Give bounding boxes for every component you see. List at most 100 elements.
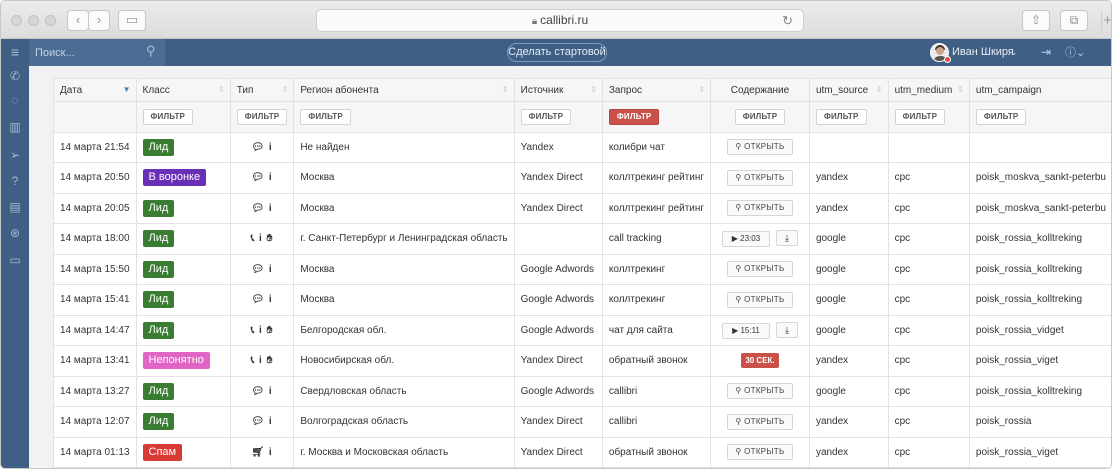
- class-badge[interactable]: Лид: [142, 138, 175, 156]
- table-row[interactable]: 14 марта 13:27 Лид 💬︎ i Свердловская област…: [53, 375, 1111, 407]
- table-row[interactable]: 14 марта 20:05 Лид 💬︎ i Москва Yandex Direct…: [53, 192, 1111, 224]
- filter-button[interactable]: ФИЛЬТР: [236, 108, 288, 125]
- filter-button[interactable]: ФИЛЬТР: [894, 108, 946, 125]
- search-icon: ⚲: [735, 416, 745, 426]
- column-header-source[interactable]: Источник ⇕: [513, 78, 603, 102]
- table-row[interactable]: 14 марта 15:41 Лид 💬︎ i Москва Google Adword…: [53, 284, 1111, 316]
- open-button[interactable]: ⚲ ОТКРЫТЬ: [727, 261, 793, 278]
- utm-medium-cell: cpc: [887, 223, 970, 255]
- chat-type-icon[interactable]: 💬︎ i: [251, 416, 272, 427]
- class-badge[interactable]: Лид: [142, 199, 175, 217]
- download-icon[interactable]: ⤓: [775, 230, 798, 247]
- column-header-class[interactable]: Класс ⇕: [135, 78, 231, 102]
- table-row[interactable]: 14 марта 15:50 Лид 💬︎ i Москва Google Adword…: [53, 253, 1111, 285]
- class-badge[interactable]: Непонятно: [142, 352, 210, 370]
- source-cell: Yandex Direct: [513, 345, 603, 377]
- table-row[interactable]: 14 марта 21:54 Лид 💬︎ i Не найден Yandex коли…: [53, 131, 1111, 163]
- open-button[interactable]: ⚲ ОТКРЫТЬ: [727, 200, 793, 217]
- filter-button[interactable]: ФИЛЬТР: [734, 108, 786, 125]
- class-badge[interactable]: Лид: [142, 321, 175, 339]
- filter-button[interactable]: ФИЛЬТР: [142, 108, 194, 125]
- reload-icon[interactable]: ↻: [782, 10, 793, 31]
- support-icon[interactable]: ⊛: [1, 225, 29, 241]
- utm-campaign-cell: poisk_rossia_kolltreking: [968, 284, 1111, 316]
- logout-icon[interactable]: ⇥: [1041, 45, 1051, 59]
- tabs-button[interactable]: ⧉: [1060, 10, 1088, 31]
- class-badge[interactable]: Лид: [142, 382, 175, 400]
- search-input[interactable]: [35, 44, 135, 61]
- open-button[interactable]: ⚲ ОТКРЫТЬ: [727, 383, 793, 400]
- class-badge[interactable]: Лид: [142, 413, 175, 431]
- column-header-query[interactable]: Запрос ⇕: [601, 78, 712, 102]
- open-button[interactable]: ⚲ ОТКРЫТЬ: [727, 169, 793, 186]
- back-button[interactable]: ‹: [67, 10, 89, 31]
- column-header-utm-campaign[interactable]: utm_campaign: [968, 78, 1111, 102]
- call-type-icon[interactable]: 📞︎ i ✋︎: [251, 325, 274, 336]
- chat-type-icon[interactable]: 💬︎ i: [251, 386, 272, 397]
- new-tab-button[interactable]: +: [1101, 11, 1111, 33]
- table-row[interactable]: 14 марта 13:41 Непонятно 📞︎ i ✋︎ Новосибирс…: [53, 345, 1111, 377]
- filter-button[interactable]: ФИЛЬТР: [520, 108, 572, 125]
- sidebar-toggle-button[interactable]: ▭: [118, 10, 146, 31]
- column-header-type[interactable]: Тип ⇕: [229, 78, 295, 102]
- close-window-icon[interactable]: [11, 15, 22, 26]
- minimize-window-icon[interactable]: [28, 15, 39, 26]
- class-badge[interactable]: Лид: [142, 260, 175, 278]
- filter-button[interactable]: ФИЛЬТР: [300, 108, 351, 125]
- class-badge[interactable]: Лид: [142, 230, 175, 248]
- user-name: Иван Шкиря: [952, 46, 1014, 58]
- chat-type-icon[interactable]: 💬︎ i: [251, 294, 272, 305]
- share-button[interactable]: ⇧: [1022, 10, 1050, 31]
- table-row[interactable]: 14 марта 14:47 Лид 📞︎ i ✋︎ Белгородская обл…: [53, 314, 1111, 346]
- class-badge[interactable]: В воронке: [142, 169, 207, 187]
- open-button[interactable]: ⚲ ОТКРЫТЬ: [727, 139, 793, 156]
- form-type-icon[interactable]: 🛒︎ i: [251, 447, 272, 458]
- book-icon[interactable]: ▤: [1, 199, 29, 215]
- type-cell: 💬︎ i: [229, 406, 295, 438]
- chat-type-icon[interactable]: 💬︎ i: [251, 264, 272, 275]
- table-row[interactable]: 14 марта 01:13 Спам 🛒︎ i г. Москва и Москов…: [53, 436, 1111, 468]
- send-icon[interactable]: ➢: [1, 147, 29, 163]
- column-header-region[interactable]: Регион абонента ⇕: [293, 78, 515, 102]
- column-header-utm-source[interactable]: utm_source ⇕: [808, 78, 889, 102]
- download-icon[interactable]: ⤓: [775, 321, 798, 338]
- table-row[interactable]: 14 марта 12:07 Лид 💬︎ i Волгоградская облас…: [53, 406, 1111, 438]
- chat-type-icon[interactable]: 💬︎ i: [251, 142, 272, 153]
- region-cell: Не найден: [293, 131, 515, 163]
- play-recording-button[interactable]: ▶ 23:03: [721, 231, 770, 248]
- play-recording-button[interactable]: ▶ 15:11: [721, 322, 770, 339]
- search-icon[interactable]: ⚲: [146, 43, 156, 59]
- phone-icon[interactable]: ✆: [1, 68, 29, 84]
- card-icon[interactable]: ▭: [1, 252, 29, 268]
- filter-button[interactable]: ФИЛЬТР: [815, 108, 867, 125]
- chat-icon[interactable]: ◌: [1, 92, 29, 108]
- open-button[interactable]: ⚲ ОТКРЫТЬ: [727, 444, 793, 461]
- source-cell: Google Adwords: [513, 314, 603, 346]
- filter-row: ФИЛЬТР ФИЛЬТР ФИЛЬТР ФИЛЬТР ФИЛЬТР ФИЛЬТР ФИЛЬ…: [53, 101, 1111, 133]
- column-header-utm-medium[interactable]: utm_medium ⇕: [887, 78, 970, 102]
- tabs-icon: ⧉: [1069, 13, 1079, 27]
- make-start-page-button[interactable]: Сделать стартовой: [507, 43, 607, 62]
- table-header-row: Дата ▼ Класс ⇕ Тип ⇕ Регион абонента ⇕ Источ…: [53, 78, 1111, 102]
- forward-button[interactable]: ›: [88, 10, 110, 31]
- menu-icon[interactable]: ≡: [1, 39, 29, 66]
- address-bar[interactable]: 🔒︎ callibri.ru ↻: [316, 9, 804, 32]
- help-icon[interactable]: ⓘ⌄: [1065, 44, 1085, 60]
- open-button[interactable]: ⚲ ОТКРЫТЬ: [727, 413, 793, 430]
- filter-button[interactable]: ФИЛЬТР: [975, 108, 1027, 125]
- call-type-icon[interactable]: 📞︎ i ✋︎: [251, 355, 274, 366]
- class-badge[interactable]: Лид: [142, 291, 175, 309]
- utm-medium-cell: cpc: [887, 284, 970, 316]
- chat-type-icon[interactable]: 💬︎ i: [251, 172, 272, 183]
- chat-type-icon[interactable]: 💬︎ i: [251, 203, 272, 214]
- filter-button[interactable]: ФИЛЬТР: [608, 108, 660, 125]
- stats-icon[interactable]: ▥: [1, 119, 29, 135]
- table-row[interactable]: 14 марта 20:50 В воронке 💬︎ i Москва Yandex …: [53, 162, 1111, 194]
- open-button[interactable]: ⚲ ОТКРЫТЬ: [727, 291, 793, 308]
- class-badge[interactable]: Спам: [142, 443, 183, 461]
- zoom-window-icon[interactable]: [45, 15, 56, 26]
- help-circle-icon[interactable]: ?: [1, 173, 29, 189]
- table-row[interactable]: 14 марта 18:00 Лид 📞︎ i ✋︎ г. Санкт-Петербу…: [53, 223, 1111, 255]
- column-header-date[interactable]: Дата ▼: [53, 78, 137, 102]
- call-type-icon[interactable]: 📞︎ i ✋︎: [251, 233, 274, 244]
